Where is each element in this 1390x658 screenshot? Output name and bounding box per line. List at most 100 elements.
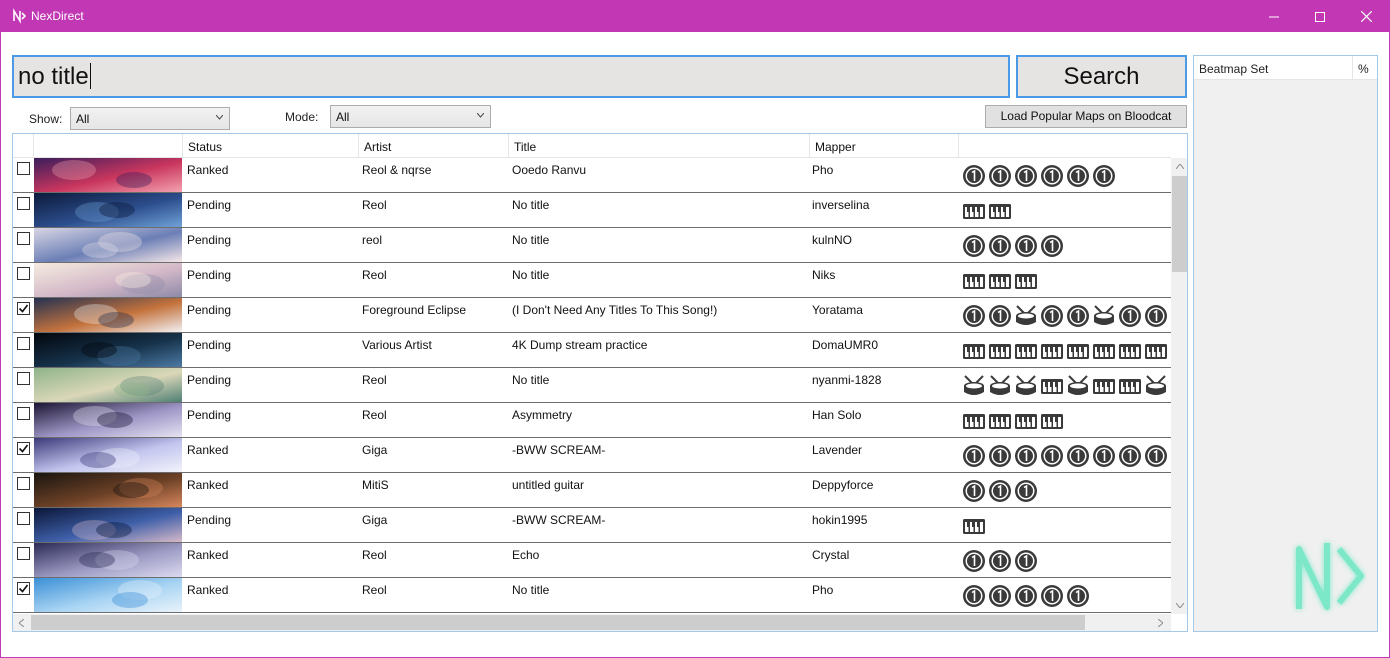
- horizontal-scroll-thumb[interactable]: [31, 615, 1085, 630]
- row-select-checkbox[interactable]: [17, 162, 30, 175]
- game-modes-cell: [962, 164, 1116, 188]
- table-row[interactable]: Pending Reol No title inverselina: [13, 193, 1171, 228]
- mania-mode-icon: [1015, 414, 1037, 429]
- row-select-checkbox[interactable]: [17, 232, 30, 245]
- title-cell: untitled guitar: [512, 478, 585, 492]
- scroll-down-icon[interactable]: [1176, 603, 1184, 608]
- chevron-down-icon: [477, 113, 484, 118]
- status-cell: Pending: [187, 373, 232, 387]
- app-window: NexDirect no title Search Show: All Mode…: [0, 0, 1390, 658]
- beatmap-thumbnail: [34, 193, 182, 227]
- row-select-checkbox[interactable]: [17, 442, 30, 455]
- row-select-checkbox[interactable]: [17, 407, 30, 420]
- game-modes-cell: [962, 444, 1168, 468]
- scroll-left-icon[interactable]: [19, 619, 24, 627]
- column-header-status[interactable]: Status: [183, 134, 359, 158]
- column-header-mapper[interactable]: Mapper: [810, 134, 959, 158]
- row-select-checkbox[interactable]: [17, 337, 30, 350]
- osu-standard-mode-icon: [1119, 445, 1141, 467]
- column-header-modes[interactable]: [959, 134, 1171, 158]
- column-header-beatmap-set[interactable]: Beatmap Set: [1194, 56, 1353, 80]
- column-header-select[interactable]: [13, 134, 34, 158]
- beatmap-thumbnail: [34, 473, 182, 507]
- row-select-checkbox[interactable]: [17, 302, 30, 315]
- status-cell: Ranked: [187, 443, 229, 457]
- load-popular-button[interactable]: Load Popular Maps on Bloodcat: [985, 105, 1187, 128]
- osu-standard-mode-icon: [1015, 550, 1037, 572]
- osu-standard-mode-icon: [1067, 445, 1089, 467]
- scroll-up-icon[interactable]: [1176, 164, 1184, 169]
- column-header-title[interactable]: Title: [509, 134, 810, 158]
- title-cell: Ooedo Ranvu: [512, 163, 587, 177]
- title-cell: No title: [512, 233, 550, 247]
- row-select-checkbox[interactable]: [17, 512, 30, 525]
- table-row[interactable]: Pending reol No title kulnNO: [13, 228, 1171, 263]
- table-row[interactable]: Pending Various Artist 4K Dump stream prac…: [13, 333, 1171, 368]
- table-row[interactable]: Pending Reol No title Niks: [13, 263, 1171, 298]
- table-row[interactable]: Ranked Giga -BWW SCREAM- Lavender: [13, 438, 1171, 473]
- mania-mode-icon: [989, 414, 1011, 429]
- mania-mode-icon: [1015, 344, 1037, 359]
- scroll-right-icon[interactable]: [1158, 619, 1163, 627]
- row-select-checkbox[interactable]: [17, 267, 30, 280]
- mapper-cell: Crystal: [812, 548, 850, 562]
- mania-mode-icon: [989, 204, 1011, 219]
- close-button[interactable]: [1343, 1, 1389, 32]
- osu-standard-mode-icon: [1041, 165, 1063, 187]
- column-header-thumbnail[interactable]: [34, 134, 183, 158]
- artist-cell: Reol: [362, 583, 387, 597]
- row-select-checkbox[interactable]: [17, 547, 30, 560]
- osu-standard-mode-icon: [989, 480, 1011, 502]
- search-input[interactable]: no title: [12, 55, 1010, 98]
- search-button[interactable]: Search: [1016, 55, 1187, 98]
- mode-dropdown[interactable]: All: [330, 105, 491, 128]
- artist-cell: Reol: [362, 198, 387, 212]
- status-cell: Ranked: [187, 478, 229, 492]
- mapper-cell: Pho: [812, 163, 834, 177]
- row-select-checkbox[interactable]: [17, 582, 30, 595]
- vertical-scroll-thumb[interactable]: [1172, 176, 1187, 272]
- mania-mode-icon: [1119, 344, 1141, 359]
- row-select-checkbox[interactable]: [17, 197, 30, 210]
- mania-mode-icon: [1119, 379, 1141, 394]
- table-row[interactable]: Pending Giga -BWW SCREAM-hokin1995: [13, 508, 1171, 543]
- table-row[interactable]: Ranked Reol & nqrse Ooedo Ranvu Pho: [13, 158, 1171, 193]
- game-modes-cell: [962, 409, 1064, 433]
- horizontal-scrollbar[interactable]: [13, 614, 1171, 631]
- mapper-cell: Pho: [812, 583, 834, 597]
- osu-standard-mode-icon: [1041, 235, 1063, 257]
- column-header-artist[interactable]: Artist: [359, 134, 509, 158]
- taiko-mode-icon: [1068, 375, 1088, 395]
- vertical-scrollbar[interactable]: [1171, 158, 1187, 614]
- osu-standard-mode-icon: [963, 235, 985, 257]
- maximize-button[interactable]: [1297, 1, 1343, 32]
- show-dropdown-value: All: [76, 112, 90, 126]
- table-row[interactable]: Pending Reol No title nyanmi-1828: [13, 368, 1171, 403]
- table-row[interactable]: Ranked Reol Echo Crystal: [13, 543, 1171, 578]
- row-select-checkbox[interactable]: [17, 477, 30, 490]
- table-row[interactable]: Ranked MitiS untitled guitar Deppyforce: [13, 473, 1171, 508]
- status-cell: Ranked: [187, 548, 229, 562]
- show-label: Show:: [29, 112, 63, 126]
- table-row[interactable]: Pending Foreground Eclipse (I Don't Need A…: [13, 298, 1171, 333]
- osu-standard-mode-icon: [1041, 585, 1063, 607]
- game-modes-cell: [962, 584, 1090, 608]
- row-select-checkbox[interactable]: [17, 372, 30, 385]
- beatmap-thumbnail: [34, 578, 182, 612]
- status-cell: Pending: [187, 233, 232, 247]
- mania-mode-icon: [1041, 344, 1063, 359]
- mapper-cell: Niks: [812, 268, 836, 282]
- column-header-percent[interactable]: %: [1353, 56, 1377, 80]
- minimize-button[interactable]: [1251, 1, 1297, 32]
- game-modes-cell: [962, 269, 1038, 293]
- game-modes-cell: [962, 374, 1168, 398]
- title-cell: No title: [512, 268, 550, 282]
- osu-standard-mode-icon: [1145, 445, 1167, 467]
- table-row[interactable]: Pending Reol Asymmetry Han Solo: [13, 403, 1171, 438]
- table-row[interactable]: Ranked Reol No title Pho: [13, 578, 1171, 613]
- beatmap-thumbnail: [34, 438, 182, 472]
- osu-standard-mode-icon: [989, 550, 1011, 572]
- osu-standard-mode-icon: [1015, 480, 1037, 502]
- mapper-cell: Deppyforce: [812, 478, 874, 492]
- show-dropdown[interactable]: All: [70, 107, 230, 130]
